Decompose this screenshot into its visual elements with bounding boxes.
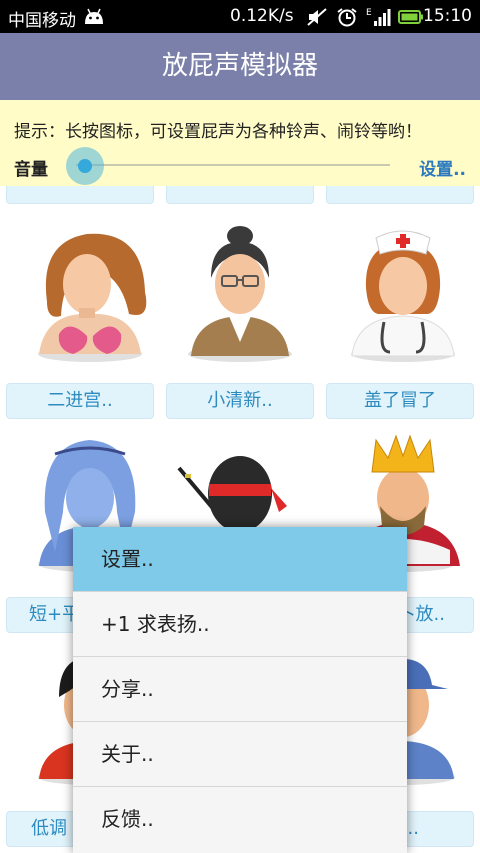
volume-slider-track[interactable]: [76, 164, 390, 166]
signal-icon: E: [366, 8, 391, 26]
grid-button-row1-2[interactable]: [166, 186, 314, 204]
menu-item-share[interactable]: 分享..: [73, 657, 407, 722]
battery-icon: [398, 10, 423, 24]
tip-panel: 提示：长按图标，可设置屁声为各种铃声、闹铃等哟！ 音量 设置..: [0, 100, 480, 186]
avatar-teacher-glasses[interactable]: [175, 222, 305, 367]
android-icon: [85, 8, 103, 24]
carrier-name: 中国移动: [8, 11, 76, 31]
avatar-nurse[interactable]: [338, 222, 468, 367]
grid-button-row1-3[interactable]: [326, 186, 474, 204]
context-menu: 设置.. +1 求表扬.. 分享.. 关于.. 反馈..: [73, 527, 407, 853]
network-type: E: [366, 8, 372, 18]
network-speed: 0.12K/s: [230, 6, 294, 26]
tip-text: 提示：长按图标，可设置屁声为各种铃声、闹铃等哟！: [14, 122, 422, 142]
clock: 15:10: [423, 6, 472, 26]
settings-link[interactable]: 设置..: [419, 155, 466, 180]
mute-icon: [307, 8, 327, 26]
alarm-icon: [337, 8, 357, 27]
menu-item-rate[interactable]: +1 求表扬..: [73, 592, 407, 657]
grid-button-row1-1[interactable]: [6, 186, 154, 204]
menu-item-about[interactable]: 关于..: [73, 722, 407, 787]
grid-button-row2-1[interactable]: 二进宫..: [6, 383, 154, 419]
status-bar: 中国移动 0.12K/s E 15:10: [0, 0, 480, 33]
avatar-curly-hair-woman[interactable]: [25, 222, 155, 367]
volume-label: 音量: [14, 160, 48, 180]
menu-item-feedback[interactable]: 反馈..: [73, 787, 407, 852]
menu-item-settings[interactable]: 设置..: [73, 527, 407, 592]
grid-button-row2-2[interactable]: 小清新..: [166, 383, 314, 419]
grid-button-row2-3[interactable]: 盖了冒了: [326, 383, 474, 419]
app-title-bar: 放屁声模拟器: [0, 33, 480, 100]
app-title: 放屁声模拟器: [161, 51, 318, 81]
